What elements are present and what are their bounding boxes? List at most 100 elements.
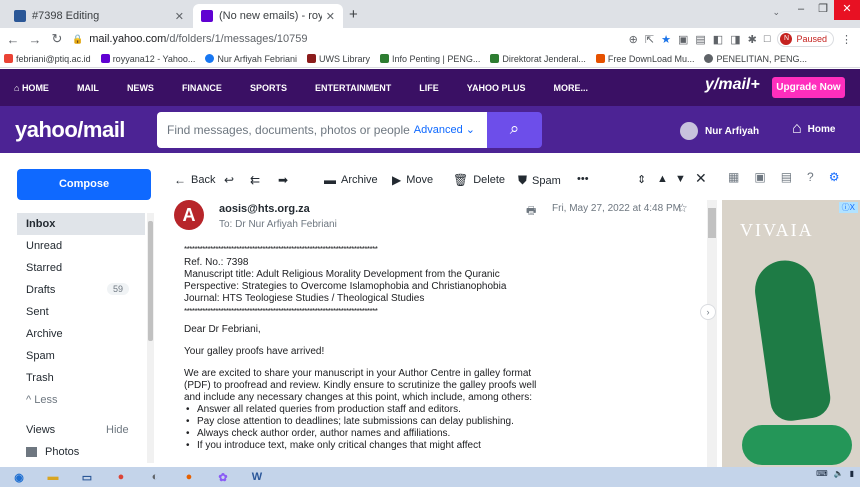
- sidebar-scroll-thumb[interactable]: [148, 221, 153, 341]
- file-explorer-icon[interactable]: ▬: [38, 468, 68, 486]
- advertisement[interactable]: VIVAIA ⓘX: [722, 200, 860, 467]
- extension-icon[interactable]: ◨: [730, 33, 740, 46]
- start-button-icon[interactable]: ◉: [4, 468, 34, 486]
- nav-item-finance[interactable]: FINANCE: [182, 83, 222, 93]
- bookmark-item[interactable]: febriani@ptiq.ac.id: [4, 54, 91, 64]
- ad-choices-badge[interactable]: ⓘX: [838, 202, 858, 213]
- address-bar[interactable]: 🔒 mail.yahoo.com/d/folders/1/messages/10…: [72, 33, 308, 45]
- share-icon[interactable]: ⇱: [645, 33, 654, 46]
- advanced-search-button[interactable]: Advanced ⌄: [414, 123, 475, 136]
- search-button[interactable]: ⌕: [487, 112, 542, 148]
- forward-button[interactable]: ➡: [278, 173, 288, 187]
- browser-tab-editing[interactable]: #7398 Editing ✕: [6, 4, 192, 28]
- minimize-icon[interactable]: –: [790, 0, 812, 20]
- tab-search-chevron-icon[interactable]: ⌄: [772, 7, 780, 18]
- contacts-icon[interactable]: ▦: [728, 170, 739, 184]
- hide-views-button[interactable]: Hide: [106, 424, 129, 436]
- folder-starred[interactable]: Starred: [17, 257, 145, 279]
- back-button[interactable]: ← Back: [174, 173, 215, 187]
- expand-collapse-icon[interactable]: ⇕: [637, 173, 646, 186]
- forward-icon[interactable]: →: [26, 32, 44, 47]
- extension-icon[interactable]: ▣: [678, 33, 688, 46]
- bookmark-item[interactable]: Nur Arfiyah Febriani: [205, 54, 297, 64]
- star-icon[interactable]: ☆: [677, 201, 688, 215]
- nav-item-life[interactable]: LIFE: [419, 83, 439, 93]
- sidepanel-icon[interactable]: □: [764, 33, 771, 45]
- message-scrollbar[interactable]: [707, 200, 717, 467]
- move-button[interactable]: ▶ Move: [392, 173, 433, 187]
- more-button[interactable]: •••: [577, 173, 589, 185]
- user-profile[interactable]: Nur Arfiyah: [680, 122, 759, 140]
- bookmark-item[interactable]: Direktorat Jenderal...: [490, 54, 586, 64]
- sender-email[interactable]: aosis@hts.org.za: [219, 203, 310, 215]
- bookmark-item[interactable]: royyana12 - Yahoo...: [100, 54, 195, 64]
- folder-unread[interactable]: Unread: [17, 235, 145, 257]
- app-icon[interactable]: ▭: [72, 468, 102, 486]
- tab-close-icon[interactable]: ✕: [326, 10, 335, 23]
- reply-all-button[interactable]: ⇇: [250, 173, 260, 187]
- app-icon[interactable]: ✿: [208, 468, 238, 486]
- nav-item-home[interactable]: ⌂ HOME: [14, 83, 49, 93]
- next-message-icon[interactable]: ▼: [675, 173, 686, 185]
- zoom-icon[interactable]: ⊕: [629, 33, 638, 46]
- keyboard-icon[interactable]: ⌨: [816, 469, 828, 478]
- yahoo-mail-logo[interactable]: yahoo/mail: [15, 117, 125, 143]
- close-window-icon[interactable]: ✕: [834, 0, 860, 20]
- less-toggle[interactable]: ^ Less: [17, 389, 145, 411]
- profile-button[interactable]: N Paused: [777, 31, 834, 47]
- message-scroll-thumb[interactable]: [708, 208, 716, 238]
- volume-icon[interactable]: 🔈: [834, 469, 844, 478]
- help-icon[interactable]: ?: [807, 170, 814, 184]
- previous-message-icon[interactable]: ▲: [657, 173, 668, 185]
- reply-button[interactable]: ↩: [224, 173, 234, 187]
- folder-spam[interactable]: Spam: [17, 345, 145, 367]
- back-icon[interactable]: ←: [4, 32, 22, 47]
- bookmark-star-icon[interactable]: ★: [661, 33, 671, 46]
- network-icon[interactable]: ▮: [850, 469, 854, 478]
- firefox-icon[interactable]: ●: [174, 468, 204, 486]
- extension-icon[interactable]: ▤: [695, 33, 705, 46]
- calendar-icon[interactable]: ▣: [754, 170, 765, 184]
- chrome-icon[interactable]: ●: [106, 468, 136, 486]
- nav-item-mail[interactable]: MAIL: [77, 83, 99, 93]
- nav-item-yahoo-plus[interactable]: YAHOO PLUS: [467, 83, 526, 93]
- archive-button[interactable]: ▬ Archive: [324, 173, 378, 187]
- yahoo-mail-plus-logo[interactable]: y/mail+: [705, 76, 760, 94]
- spam-button[interactable]: ⛊ Spam: [518, 173, 561, 188]
- restore-icon[interactable]: ❐: [812, 0, 834, 20]
- search-input[interactable]: Find messages, documents, photos or peop…: [157, 112, 487, 148]
- puzzle-icon[interactable]: ✱: [748, 33, 757, 46]
- close-message-icon[interactable]: ✕: [695, 170, 707, 187]
- bookmark-item[interactable]: UWS Library: [306, 54, 370, 64]
- kebab-menu-icon[interactable]: ⋮: [841, 33, 852, 46]
- folder-trash[interactable]: Trash: [17, 367, 145, 389]
- nav-item-entertainment[interactable]: ENTERTAINMENT: [315, 83, 391, 93]
- extension-icon[interactable]: ◧: [713, 33, 723, 46]
- bookmark-item[interactable]: Free DownLoad Mu...: [595, 54, 694, 64]
- bookmark-item[interactable]: Info Penting | PENG...: [379, 54, 480, 64]
- compose-button[interactable]: Compose: [17, 169, 151, 200]
- bookmark-item[interactable]: PENELITIAN, PENG...: [704, 54, 807, 64]
- expand-ad-chevron-icon[interactable]: ›: [700, 304, 716, 320]
- word-icon[interactable]: W: [242, 468, 272, 486]
- view-photos[interactable]: Photos: [26, 446, 79, 458]
- app-icon[interactable]: ◐: [140, 468, 170, 486]
- nav-label: HOME: [21, 82, 49, 93]
- printer-icon[interactable]: 🖶: [526, 202, 536, 221]
- upgrade-now-button[interactable]: Upgrade Now: [772, 77, 845, 98]
- gear-icon[interactable]: ⚙: [829, 170, 840, 184]
- new-tab-button[interactable]: +: [349, 6, 358, 23]
- delete-button[interactable]: 🗑 Delete: [453, 173, 505, 187]
- home-button[interactable]: ⌂ Home: [792, 120, 835, 138]
- nav-item-sports[interactable]: SPORTS: [250, 83, 287, 93]
- nav-item-news[interactable]: NEWS: [127, 83, 154, 93]
- reload-icon[interactable]: ↻: [48, 31, 66, 47]
- folder-sent[interactable]: Sent: [17, 301, 145, 323]
- tab-close-icon[interactable]: ✕: [175, 10, 184, 23]
- folder-drafts[interactable]: Drafts 59: [17, 279, 145, 301]
- folder-inbox[interactable]: Inbox: [17, 213, 145, 235]
- nav-item-more[interactable]: MORE...: [553, 83, 588, 93]
- browser-tab-yahoo-mail[interactable]: (No new emails) - royyana12@y ✕: [193, 4, 343, 28]
- folder-archive[interactable]: Archive: [17, 323, 145, 345]
- notepad-icon[interactable]: ▤: [781, 170, 792, 184]
